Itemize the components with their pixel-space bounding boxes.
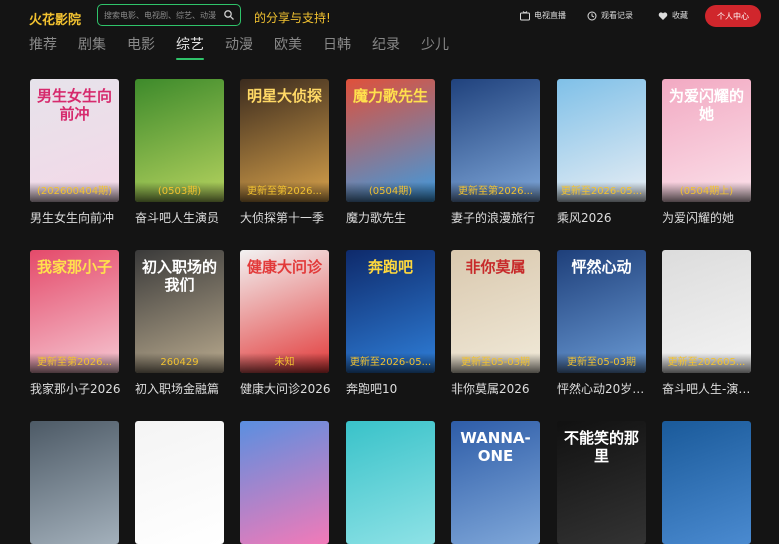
video-title[interactable]: 奋斗吧人生-演员篇	[662, 380, 757, 397]
tab-8[interactable]: 少儿	[421, 34, 449, 56]
poster-image[interactable]: 更新至202605...	[662, 250, 751, 373]
video-title[interactable]: 奔跑吧10	[346, 380, 441, 397]
poster-image[interactable]: (0503期)	[135, 79, 224, 202]
episode-status: 更新至05-03期	[451, 353, 540, 373]
poster-image[interactable]: 怦然心动更新至05-03期	[557, 250, 646, 373]
poster-image[interactable]: 初入职场的我们 260429	[135, 250, 224, 373]
episode-status: (0504期上)	[662, 182, 751, 202]
site-logo[interactable]: 火花影院	[29, 9, 81, 28]
episode-status: 更新至05-03期	[557, 353, 646, 373]
poster-title-art: 男生女生向前冲	[36, 87, 112, 123]
tab-1[interactable]: 剧集	[78, 34, 106, 56]
tab-4[interactable]: 动漫	[225, 34, 253, 56]
poster-image[interactable]: 我家那小子更新至第2026...	[30, 250, 119, 373]
poster-image[interactable]: 明星大侦探更新至第2026...	[240, 79, 329, 202]
poster-title-art: 非你莫属	[465, 258, 526, 276]
video-title[interactable]: 初入职场金融篇	[135, 380, 230, 397]
episode-status: 更新至第2026...	[451, 182, 540, 202]
video-title[interactable]: 为爱闪耀的她	[662, 209, 757, 226]
category-nav: 推荐 剧集 电影 综艺 动漫 欧美 日韩 纪录 少儿	[29, 34, 470, 60]
poster-title-art: 明星大侦探	[246, 87, 322, 105]
poster-title-art: 怦然心动	[571, 258, 632, 276]
episode-status: 260429	[135, 353, 224, 373]
episode-status: (0503期)	[135, 182, 224, 202]
favorites-link[interactable]: 收藏	[658, 10, 688, 21]
poster-image[interactable]	[662, 421, 751, 544]
poster-title-art: 健康大问诊	[246, 258, 322, 276]
poster-image[interactable]	[30, 421, 119, 544]
video-title[interactable]: 乘风2026	[557, 209, 652, 226]
poster-image[interactable]: WANNA-ONE	[451, 421, 540, 544]
poster-image[interactable]: 魔力歌先生 (0504期)	[346, 79, 435, 202]
poster-image[interactable]	[346, 421, 435, 544]
video-title[interactable]: 男生女生向前冲	[30, 209, 125, 226]
video-title[interactable]: 非你莫属2026	[451, 380, 546, 397]
video-title[interactable]: 健康大问诊2026	[240, 380, 335, 397]
history-link[interactable]: 观看记录	[587, 10, 633, 21]
search-input[interactable]	[104, 7, 222, 23]
poster-image[interactable]: 不能笑的那里	[557, 421, 646, 544]
user-center-button[interactable]: 个人中心	[705, 5, 761, 27]
slogan-text: 的分享与支持!	[254, 11, 331, 25]
poster-image[interactable]: 为爱闪耀的她 (0504期上)	[662, 79, 751, 202]
episode-status: 更新至第2026...	[30, 353, 119, 373]
poster-title-art: 不能笑的那里	[563, 429, 639, 465]
history-icon	[587, 11, 597, 20]
tv-live-label: 电视直播	[534, 11, 566, 20]
tab-3[interactable]: 综艺	[176, 34, 204, 60]
video-title[interactable]: 大侦探第十一季	[240, 209, 335, 226]
search-box[interactable]	[97, 4, 241, 26]
tab-7[interactable]: 纪录	[372, 34, 400, 56]
poster-image[interactable]: 男生女生向前冲 (202600404期)	[30, 79, 119, 202]
poster-title-art: 魔力歌先生	[352, 87, 428, 105]
tv-live-link[interactable]: 电视直播	[520, 10, 566, 21]
poster-title-art: 初入职场的我们	[141, 258, 217, 294]
tab-5[interactable]: 欧美	[274, 34, 302, 56]
tab-6[interactable]: 日韩	[323, 34, 351, 56]
tab-0[interactable]: 推荐	[29, 34, 57, 56]
poster-image[interactable]: 健康大问诊 未知	[240, 250, 329, 373]
episode-status: 更新至202605...	[662, 353, 751, 373]
tab-2[interactable]: 电影	[127, 34, 155, 56]
video-title[interactable]: 我家那小子2026	[30, 380, 125, 397]
tv-icon	[520, 10, 530, 20]
poster-image[interactable]: 更新至第2026...	[451, 79, 540, 202]
favorites-label: 收藏	[672, 11, 688, 20]
episode-status: 更新至2026-05...	[557, 182, 646, 202]
episode-status: (0504期)	[346, 182, 435, 202]
poster-image[interactable]	[135, 421, 224, 544]
poster-title-art: 我家那小子	[36, 258, 112, 276]
poster-image[interactable]: 奔跑吧更新至2026-05...	[346, 250, 435, 373]
poster-image[interactable]: 更新至2026-05...	[557, 79, 646, 202]
poster-image[interactable]: 非你莫属更新至05-03期	[451, 250, 540, 373]
poster-title-art: 为爱闪耀的她	[668, 87, 744, 123]
poster-title-art: 奔跑吧	[367, 258, 413, 276]
search-icon[interactable]	[223, 9, 235, 21]
poster-image[interactable]	[240, 421, 329, 544]
video-title[interactable]: 妻子的浪漫旅行	[451, 209, 546, 226]
video-title[interactable]: 奋斗吧人生演员	[135, 209, 230, 226]
heart-icon	[658, 11, 668, 20]
top-bar: 火花影院 的分享与支持! 电视直播 观看记录 收藏 个人中心	[0, 0, 779, 32]
episode-status: 未知	[240, 353, 329, 373]
poster-title-art: WANNA-ONE	[460, 429, 531, 465]
history-label: 观看记录	[601, 11, 633, 20]
episode-status: 更新至2026-05...	[346, 353, 435, 373]
episode-status: (202600404期)	[30, 182, 119, 202]
video-title[interactable]: 怦然心动20岁第五季	[557, 380, 652, 397]
video-title[interactable]: 魔力歌先生	[346, 209, 441, 226]
episode-status: 更新至第2026...	[240, 182, 329, 202]
